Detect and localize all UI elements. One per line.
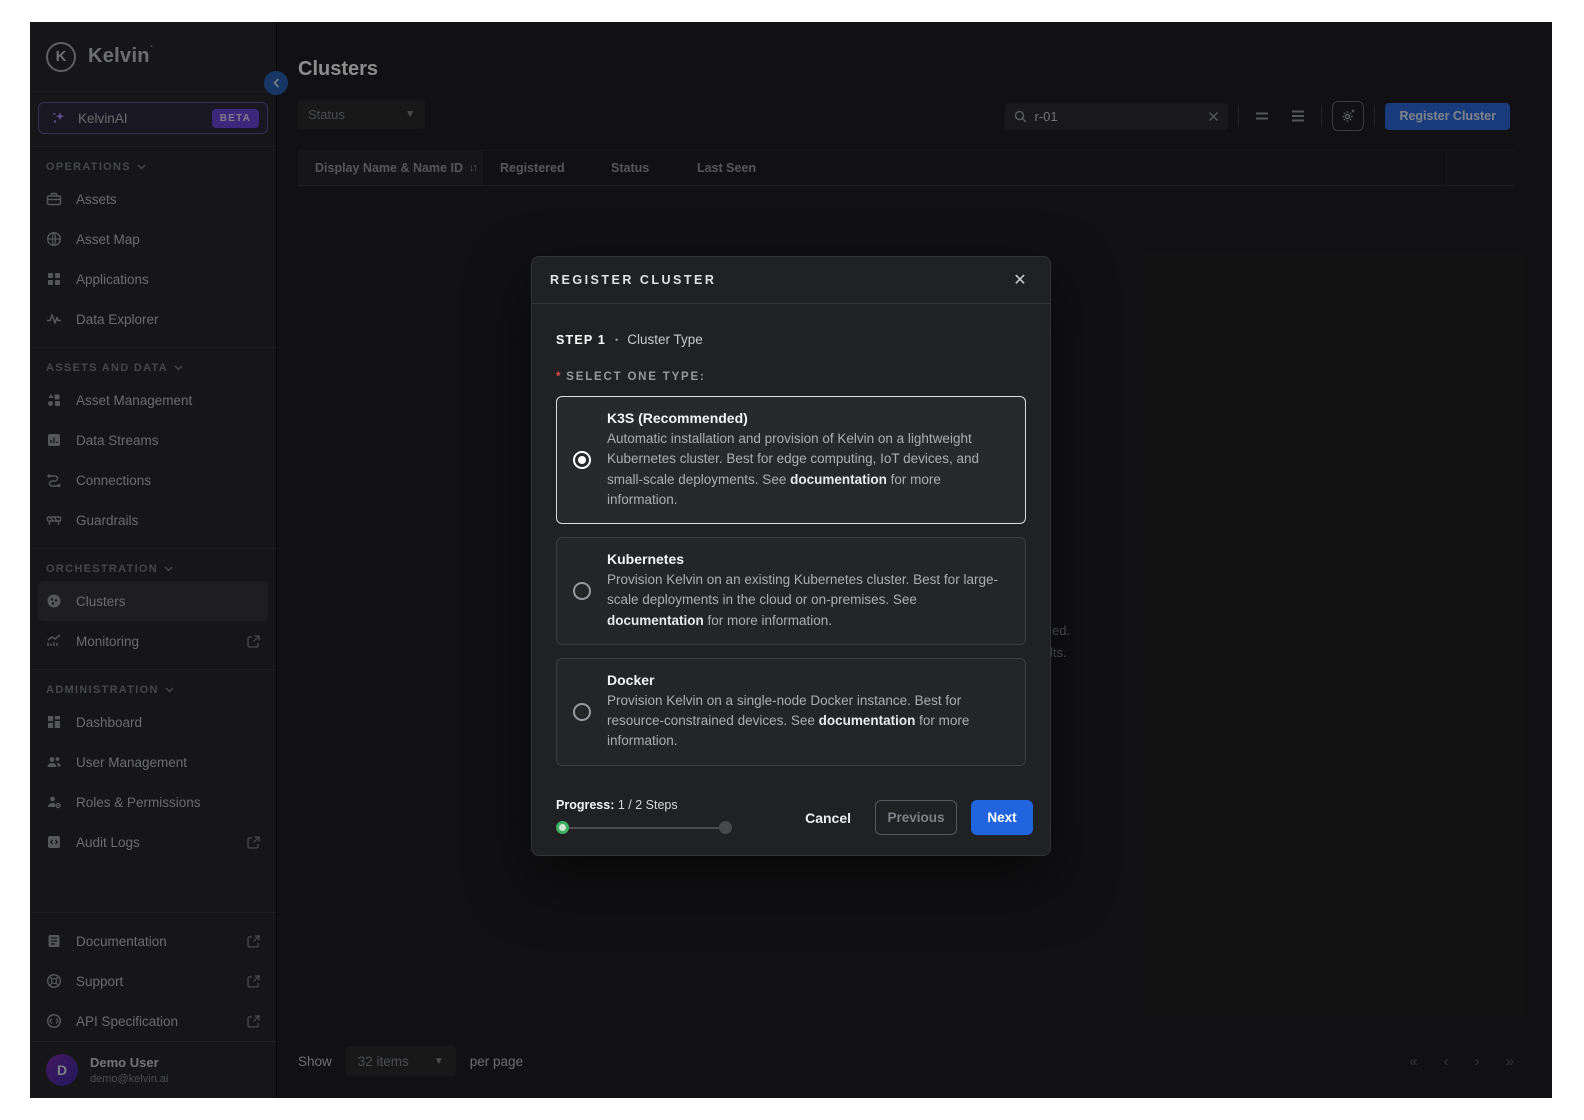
progress-slider[interactable] [556, 821, 732, 835]
slider-thumb-current[interactable] [556, 821, 569, 834]
step-dot: • [615, 335, 618, 345]
option-title: Docker [607, 672, 1009, 688]
documentation-link[interactable]: documentation [819, 713, 916, 728]
step-label: STEP 1 [556, 333, 606, 347]
slider-thumb-end [719, 821, 732, 834]
documentation-link[interactable]: documentation [790, 472, 887, 487]
cancel-button[interactable]: Cancel [795, 802, 861, 834]
step-indicator: STEP 1 • Cluster Type [556, 332, 1026, 347]
modal-body: STEP 1 • Cluster Type *SELECT ONE TYPE: … [532, 304, 1050, 798]
close-icon[interactable]: ✕ [1008, 268, 1032, 292]
previous-button[interactable]: Previous [875, 800, 957, 835]
app-window: K Kelvin˙ KelvinAI BETA OPERATIONS Asset… [30, 22, 1552, 1098]
radio-unselected-icon[interactable] [573, 582, 591, 600]
progress-label: Progress: 1 / 2 Steps [556, 798, 732, 812]
select-one-type-label: *SELECT ONE TYPE: [556, 371, 1026, 383]
option-docker[interactable]: Docker Provision Kelvin on a single-node… [556, 658, 1026, 766]
option-kubernetes[interactable]: Kubernetes Provision Kelvin on an existi… [556, 537, 1026, 645]
radio-selected-icon[interactable] [573, 451, 591, 469]
option-description: Automatic installation and provision of … [607, 429, 1009, 510]
next-button[interactable]: Next [971, 800, 1033, 835]
option-description: Provision Kelvin on an existing Kubernet… [607, 570, 1009, 631]
register-cluster-modal: REGISTER CLUSTER ✕ STEP 1 • Cluster Type… [531, 256, 1051, 856]
radio-unselected-icon[interactable] [573, 703, 591, 721]
modal-header: REGISTER CLUSTER ✕ [532, 257, 1050, 304]
step-name: Cluster Type [627, 332, 703, 347]
option-title: Kubernetes [607, 551, 1009, 567]
footer-buttons: Cancel Previous Next [795, 800, 1033, 835]
required-asterisk: * [556, 371, 562, 383]
option-description: Provision Kelvin on a single-node Docker… [607, 691, 1009, 752]
modal-title: REGISTER CLUSTER [550, 273, 1008, 287]
option-title: K3S (Recommended) [607, 410, 1009, 426]
progress-block: Progress: 1 / 2 Steps [556, 798, 732, 835]
modal-footer: Progress: 1 / 2 Steps Cancel Previous Ne… [532, 798, 1050, 855]
slider-track [560, 827, 728, 829]
option-k3s[interactable]: K3S (Recommended) Automatic installation… [556, 396, 1026, 524]
documentation-link[interactable]: documentation [607, 613, 704, 628]
